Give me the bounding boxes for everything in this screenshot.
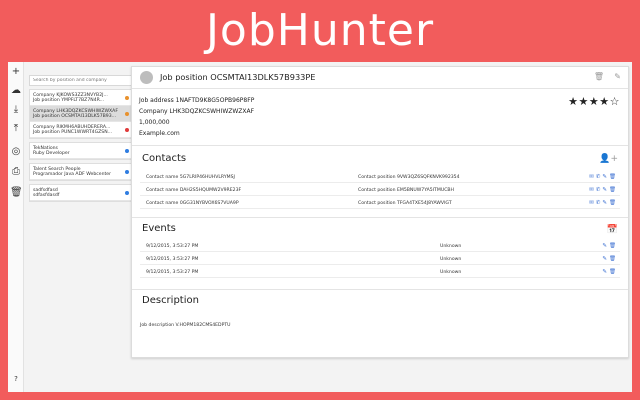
- job-list: sadfsdfasd sdfasfdasdf: [29, 184, 133, 202]
- divider: [132, 289, 628, 290]
- contact-name: Contact name 5G7LRIP46HUHVLRYMSJ: [146, 175, 235, 180]
- star-empty-icon[interactable]: ☆: [610, 95, 620, 108]
- chrome-icon[interactable]: ◎: [10, 146, 22, 158]
- star-filled-icon[interactable]: ★: [599, 95, 609, 108]
- help-icon[interactable]: ?: [10, 375, 22, 383]
- status-dot: [125, 149, 129, 153]
- job-position: sdfasfdasdf: [33, 193, 60, 199]
- avatar: [140, 71, 153, 84]
- job-salary: 1,000,000: [139, 119, 170, 126]
- events-title: Events: [142, 223, 176, 234]
- event-status: Unknown: [440, 270, 462, 275]
- contact-position: Contact position EM5BNUW7YA5ITMUCBH: [358, 188, 455, 193]
- contact-position: Contact position 9VW3QZ6SQFKNVK992354: [358, 175, 460, 180]
- job-position: Ruby Developer: [33, 151, 70, 157]
- event-date: 9/12/2015, 3:53:27 PM: [146, 270, 199, 275]
- event-date: 9/12/2015, 3:53:27 PM: [146, 257, 199, 262]
- job-url[interactable]: Example.com: [139, 130, 254, 141]
- divider: [132, 217, 628, 218]
- cloud-download-icon[interactable]: ☁: [10, 85, 22, 97]
- job-position: Job position YMPFLT7BZ7N4R...: [33, 98, 105, 104]
- star-filled-icon[interactable]: ★: [579, 95, 589, 108]
- divider: [132, 145, 628, 146]
- edit-icon[interactable]: ✎: [614, 72, 621, 81]
- detail-header: Job position OCSMTAI13DLK57B933PE 🗑 ✎: [132, 67, 628, 89]
- left-toolbar: + ☁ ⤓ ⤒ ◎ ⎙ 🗑 ?: [8, 62, 24, 392]
- job-address: Job address 1NAFTD9K8G5OPB96P8FP: [139, 97, 255, 104]
- event-row: 9/12/2015, 3:53:27 PM Unknown ✎🗑: [140, 240, 620, 252]
- status-dot: [125, 112, 129, 116]
- status-dot: [125, 96, 129, 100]
- event-row: 9/12/2015, 3:53:27 PM Unknown ✎🗑: [140, 253, 620, 265]
- event-date: 9/12/2015, 3:53:27 PM: [146, 244, 199, 249]
- job-list-item[interactable]: Talent Search People Programador Java AD…: [30, 164, 132, 180]
- contact-row: Contact name DAH2S5HQUMW2V9RE23F Contact…: [140, 184, 620, 196]
- add-event-icon[interactable]: 📅: [607, 225, 618, 235]
- event-actions[interactable]: ✎🗑: [602, 243, 618, 249]
- job-position: Job position OCSMTAI13DLK57B93...: [33, 114, 117, 120]
- job-info: Job address 1NAFTD9K8G5OPB96P8FP Company…: [139, 97, 254, 141]
- delete-icon[interactable]: 🗑: [594, 72, 604, 81]
- upload-icon[interactable]: ⤒: [10, 123, 22, 135]
- contact-name: Contact name 0GG31NYBVOX6S7VUA9P: [146, 201, 239, 206]
- job-list: Talent Search People Programador Java AD…: [29, 163, 133, 181]
- contact-actions[interactable]: ✉✆✎🗑: [589, 187, 618, 193]
- event-status: Unknown: [440, 244, 462, 249]
- contact-position: Contact position TFGA4TXE54J8YAWVIGT: [358, 201, 452, 206]
- star-filled-icon[interactable]: ★: [568, 95, 578, 108]
- contact-row: Contact name 5G7LRIP46HUHVLRYMSJ Contact…: [140, 171, 620, 183]
- contact-actions[interactable]: ✉✆✎🗑: [589, 200, 618, 206]
- rating-stars[interactable]: ★★★★☆: [568, 95, 620, 108]
- job-list-item[interactable]: Company RIKMH6ABUHDERERA... Job position…: [30, 122, 132, 138]
- event-status: Unknown: [440, 257, 462, 262]
- contact-row: Contact name 0GG31NYBVOX6S7VUA9P Contact…: [140, 197, 620, 209]
- job-list: Company KJKOWS3ZZ3NVYB2J... Job position…: [29, 89, 133, 139]
- status-dot: [125, 170, 129, 174]
- status-dot: [125, 191, 129, 195]
- job-description: Job description V.HOPM182CMS4EDPTU: [140, 323, 231, 328]
- app-title: JobHunter: [205, 5, 435, 56]
- add-icon[interactable]: +: [10, 66, 22, 78]
- job-detail-panel: Job position OCSMTAI13DLK57B933PE 🗑 ✎ Jo…: [131, 66, 629, 358]
- contacts-title: Contacts: [142, 153, 187, 164]
- job-list-item[interactable]: Company KJKOWS3ZZ3NVYB2J... Job position…: [30, 90, 132, 106]
- download-icon[interactable]: ⤓: [10, 104, 22, 116]
- contact-name: Contact name DAH2S5HQUMW2V9RE23F: [146, 188, 242, 193]
- print-icon[interactable]: ⎙: [10, 166, 22, 178]
- description-title: Description: [142, 295, 199, 306]
- job-list-item[interactable]: TekNations Ruby Developer: [30, 143, 132, 159]
- search-input[interactable]: [29, 75, 133, 86]
- event-actions[interactable]: ✎🗑: [602, 269, 618, 275]
- job-list-item[interactable]: sadfsdfasd sdfasfdasdf: [30, 185, 132, 201]
- add-contact-icon[interactable]: 👤+: [599, 154, 618, 164]
- status-dot: [125, 128, 129, 132]
- job-list-item-active[interactable]: Company LHK3DQZKCSWHIWZWXAF Job position…: [30, 106, 132, 122]
- event-actions[interactable]: ✎🗑: [602, 256, 618, 262]
- job-company: Company LHK3DQZKCSWHIWZWZXAF: [139, 108, 255, 115]
- job-position: Programador Java ADF Webcenter: [33, 172, 112, 178]
- event-row: 9/12/2015, 3:53:27 PM Unknown ✎🗑: [140, 266, 620, 278]
- job-position: Job position PUNC1WWRT4GZSN...: [33, 130, 113, 136]
- job-sidebar: Company KJKOWS3ZZ3NVYB2J... Job position…: [29, 66, 133, 388]
- job-list: TekNations Ruby Developer: [29, 142, 133, 160]
- trash-icon[interactable]: 🗑: [10, 187, 23, 199]
- app-window: + ☁ ⤓ ⤒ ◎ ⎙ 🗑 ? Company KJKOWS3ZZ3NVYB2J…: [8, 62, 632, 392]
- contact-actions[interactable]: ✉✆✎🗑: [589, 174, 618, 180]
- job-title: Job position OCSMTAI13DLK57B933PE: [160, 72, 316, 82]
- star-filled-icon[interactable]: ★: [589, 95, 599, 108]
